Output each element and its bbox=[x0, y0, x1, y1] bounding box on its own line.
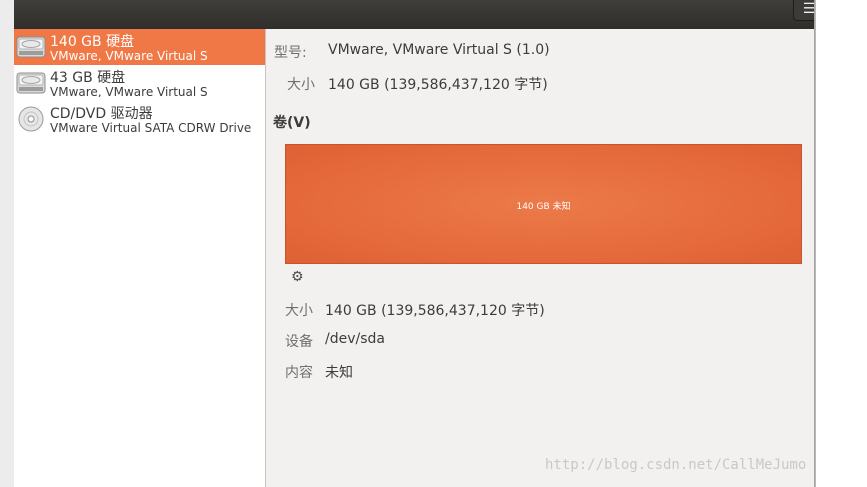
disk-list: 140 GB 硬盘 VMware, VMware Virtual S 43 GB… bbox=[14, 29, 266, 487]
partition-size-value: 140 GB (139,586,437,120 字节) bbox=[325, 303, 545, 319]
disk-item-43gb[interactable]: 43 GB 硬盘 VMware, VMware Virtual S bbox=[14, 65, 265, 101]
disks-window: ☰ 140 GB 硬盘 VMware, VMware Virtual S 43 … bbox=[0, 0, 867, 487]
disk-subtitle: VMware Virtual SATA CDRW Drive bbox=[50, 121, 252, 133]
gear-icon[interactable]: ⚙ bbox=[291, 269, 304, 285]
optical-disc-icon bbox=[18, 106, 44, 132]
contents-label: 内容 bbox=[285, 365, 313, 381]
partition-size-label: 大小 bbox=[285, 303, 313, 319]
window-left-edge bbox=[0, 0, 15, 487]
disk-item-140gb[interactable]: 140 GB 硬盘 VMware, VMware Virtual S bbox=[14, 29, 265, 65]
disk-title: CD/DVD 驱动器 bbox=[50, 106, 153, 122]
title-bar: ☰ bbox=[14, 0, 825, 29]
volume-partition-bar[interactable]: 140 GB 未知 bbox=[285, 144, 802, 264]
desktop-background bbox=[816, 0, 867, 487]
drive-size-value: 140 GB (139,586,437,120 字节) bbox=[328, 77, 548, 93]
model-value: VMware, VMware Virtual S (1.0) bbox=[328, 42, 550, 58]
contents-value: 未知 bbox=[325, 365, 353, 381]
volumes-heading: 卷(V) bbox=[273, 115, 311, 131]
disk-title: 43 GB 硬盘 bbox=[50, 70, 126, 86]
drive-size-label: 大小 bbox=[287, 77, 315, 93]
disk-title: 140 GB 硬盘 bbox=[50, 34, 135, 50]
model-label: 型号: bbox=[274, 45, 307, 61]
disk-subtitle: VMware, VMware Virtual S bbox=[50, 85, 208, 97]
volume-label: 140 GB 未知 bbox=[516, 202, 571, 212]
hard-disk-icon bbox=[16, 36, 46, 58]
hard-disk-icon bbox=[16, 72, 46, 94]
disk-subtitle: VMware, VMware Virtual S bbox=[50, 49, 208, 61]
disk-details-pane: 型号: VMware, VMware Virtual S (1.0) 大小 14… bbox=[266, 29, 814, 487]
device-value: /dev/sda bbox=[325, 331, 385, 347]
device-label: 设备 bbox=[285, 334, 313, 350]
watermark-text: http://blog.csdn.net/CallMeJumo bbox=[545, 457, 807, 473]
disk-item-cd-dvd[interactable]: CD/DVD 驱动器 VMware Virtual SATA CDRW Driv… bbox=[14, 101, 265, 137]
